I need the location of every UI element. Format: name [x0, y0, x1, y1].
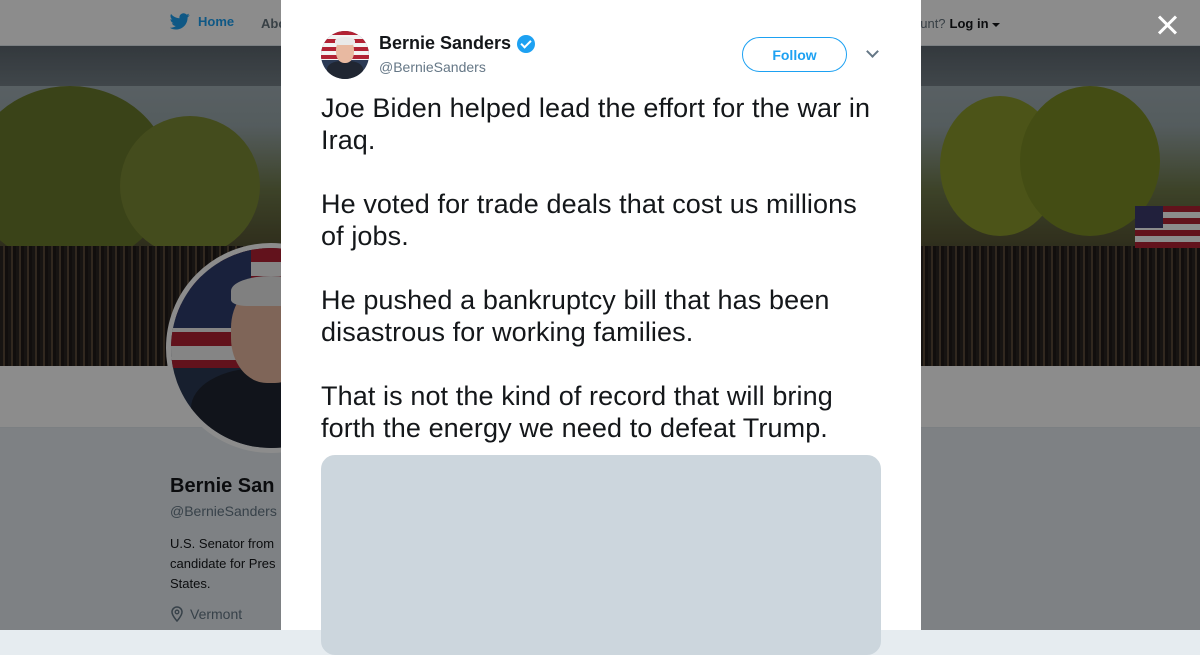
chevron-down-icon[interactable]	[866, 47, 878, 59]
close-icon[interactable]	[1154, 12, 1180, 38]
follow-button[interactable]: Follow	[742, 37, 847, 72]
tweet-media-placeholder[interactable]	[321, 455, 881, 655]
tweet-author-name-text: Bernie Sanders	[379, 33, 512, 53]
tweet-modal: Bernie Sanders @BernieSanders Follow Joe…	[281, 0, 921, 655]
tweet-text: Joe Biden helped lead the effort for the…	[321, 92, 881, 476]
verified-badge-icon	[517, 34, 536, 53]
tweet-author-handle[interactable]: @BernieSanders	[379, 59, 486, 75]
tweet-author-avatar[interactable]	[321, 31, 369, 79]
tweet-paragraph: He pushed a bankruptcy bill that has bee…	[321, 285, 830, 347]
tweet-author-name[interactable]: Bernie Sanders	[379, 33, 536, 54]
tweet-paragraph: Joe Biden helped lead the effort for the…	[321, 93, 871, 155]
tweet-paragraph: That is not the kind of record that will…	[321, 381, 833, 443]
tweet-paragraph: He voted for trade deals that cost us mi…	[321, 189, 857, 251]
